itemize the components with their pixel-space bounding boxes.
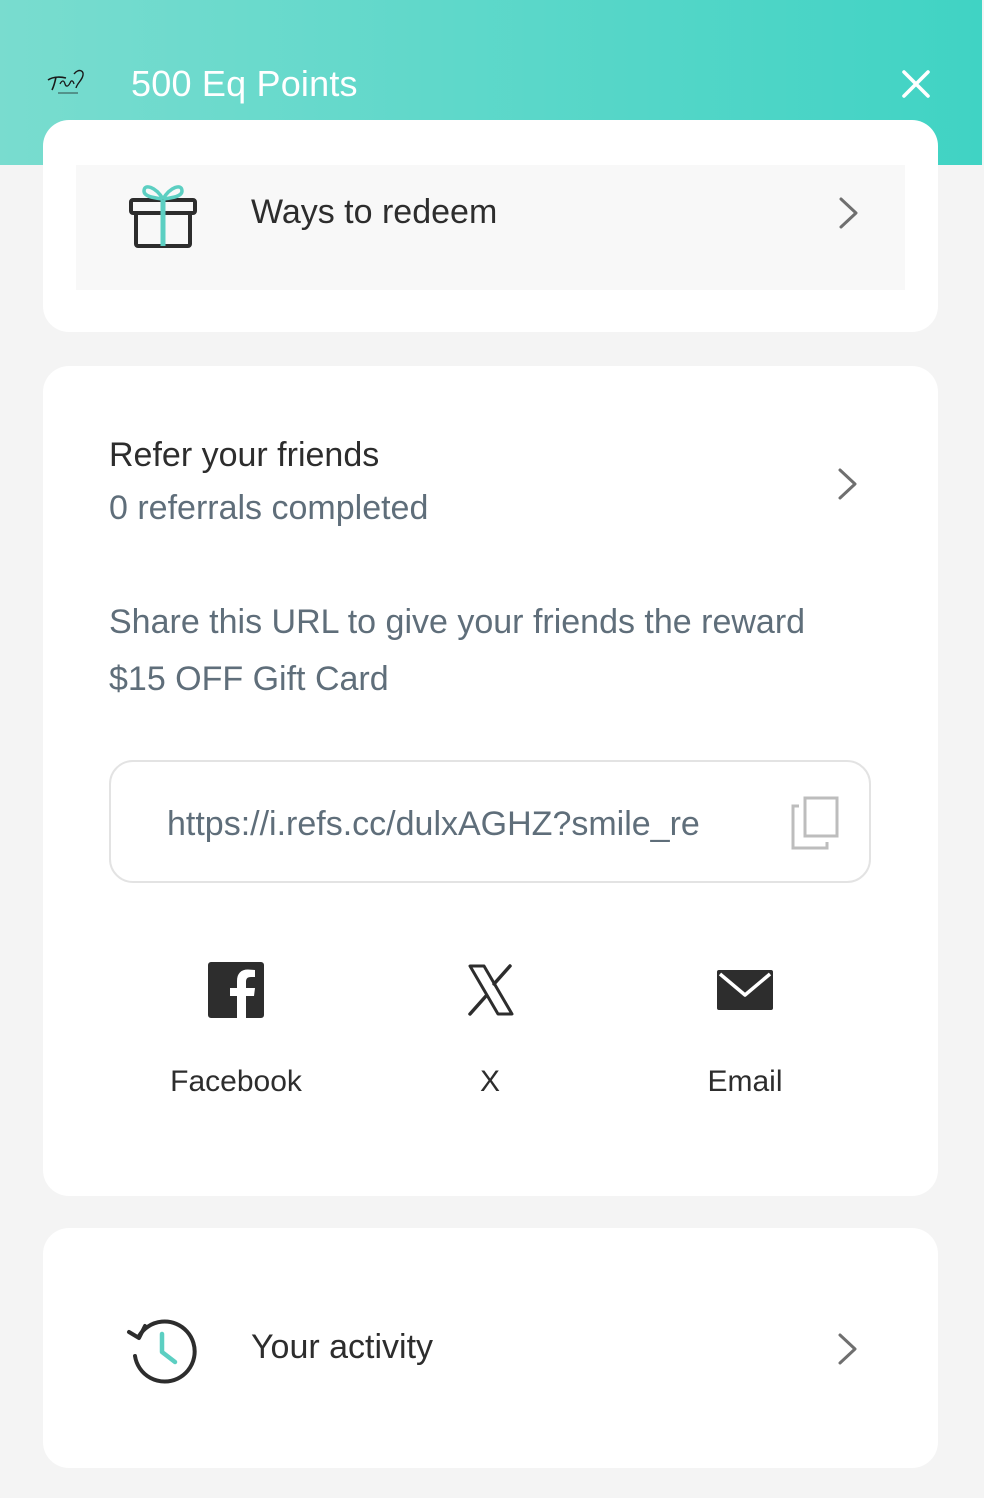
- points-title: 500 Eq Points: [131, 63, 358, 104]
- chevron-right-icon[interactable]: [836, 466, 860, 502]
- facebook-label: Facebook: [170, 1065, 302, 1098]
- x-icon: [468, 964, 514, 1016]
- share-x-button[interactable]: X: [390, 956, 590, 1106]
- close-icon[interactable]: [892, 60, 940, 108]
- share-email-button[interactable]: Email: [645, 956, 845, 1106]
- referral-url-field[interactable]: https://i.refs.cc/dulxAGHZ?smile_re: [109, 760, 871, 883]
- ways-to-redeem-row[interactable]: Ways to redeem: [76, 165, 905, 290]
- ways-to-redeem-label: Ways to redeem: [251, 193, 498, 231]
- share-facebook-button[interactable]: Facebook: [136, 956, 336, 1106]
- referral-url-text[interactable]: https://i.refs.cc/dulxAGHZ?smile_re: [167, 802, 757, 846]
- x-label: X: [479, 1065, 500, 1098]
- referral-card: Refer your friends 0 referrals completed…: [43, 366, 938, 1196]
- history-icon: [127, 1319, 197, 1384]
- redeem-card: Ways to redeem: [43, 120, 938, 332]
- brand-logo-icon: [47, 69, 84, 94]
- referrals-completed-text: 0 referrals completed: [109, 489, 429, 527]
- email-icon: [717, 970, 773, 1010]
- copy-icon[interactable]: [789, 794, 841, 852]
- your-activity-row[interactable]: Your activity: [43, 1228, 938, 1468]
- share-url-description: Share this URL to give your friends the …: [109, 603, 806, 698]
- email-label: Email: [707, 1065, 783, 1098]
- gift-icon: [129, 185, 197, 248]
- refer-friends-title[interactable]: Refer your friends: [109, 434, 379, 476]
- chevron-right-icon: [838, 1333, 857, 1365]
- your-activity-label: Your activity: [251, 1328, 434, 1366]
- facebook-icon: [208, 962, 264, 1018]
- chevron-right-icon: [839, 197, 858, 229]
